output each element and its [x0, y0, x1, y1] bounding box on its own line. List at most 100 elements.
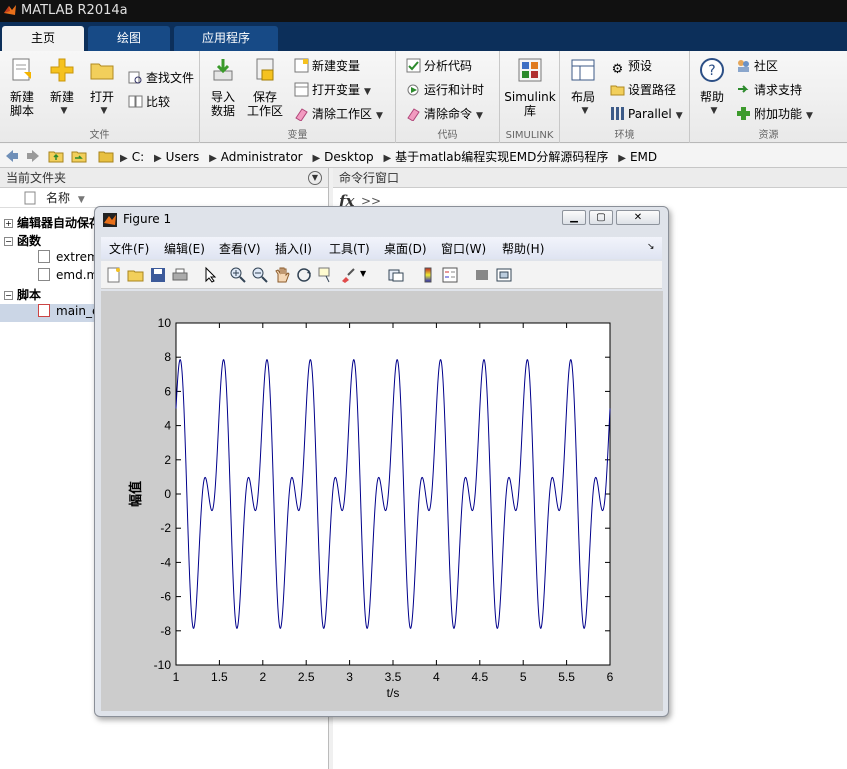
- ribbon-section-environment: 布局 ▼ ⚙ 预设 设置路径 Parallel ▼ 环境: [560, 51, 690, 143]
- section-label-resources: 资源: [758, 130, 779, 141]
- breadcrumb-item[interactable]: Desktop: [324, 150, 374, 164]
- forward-arrow-icon[interactable]: [25, 148, 41, 164]
- x-axis-label: t/s: [387, 686, 400, 700]
- tree-group-scripts[interactable]: − 脚本: [4, 286, 41, 303]
- m-file-icon: [38, 250, 50, 263]
- up-folder-icon[interactable]: [48, 148, 64, 164]
- close-button[interactable]: ✕: [616, 210, 660, 225]
- browse-folder-icon[interactable]: [71, 148, 87, 164]
- hide-plot-tools-icon[interactable]: [473, 266, 491, 284]
- brush-icon[interactable]: [339, 266, 357, 284]
- maximize-icon: ▢: [596, 212, 606, 223]
- parallel-button[interactable]: Parallel ▼: [610, 104, 683, 124]
- x-tick-label: 4: [433, 670, 440, 684]
- pointer-icon[interactable]: [201, 266, 219, 284]
- x-tick-label: 2.5: [298, 670, 315, 684]
- set-path-button[interactable]: 设置路径: [610, 80, 676, 100]
- rotate-3d-icon[interactable]: [295, 266, 313, 284]
- tree-group-editor-autosave[interactable]: + 编辑器自动保存: [4, 214, 101, 231]
- file-item-selected[interactable]: main_e: [38, 304, 99, 318]
- file-item[interactable]: emd.m: [38, 268, 98, 282]
- tree-group-functions[interactable]: − 函数: [4, 232, 41, 249]
- new-figure-icon[interactable]: [105, 266, 123, 284]
- new-variable-button[interactable]: 新建变量: [294, 56, 360, 76]
- breadcrumb-item[interactable]: 基于matlab编程实现EMD分解源码程序: [395, 150, 608, 164]
- dock-arrow-icon[interactable]: ↘: [647, 242, 655, 252]
- layout-icon: [571, 59, 595, 81]
- open-variable-icon: [294, 82, 309, 97]
- x-tick-label: 1: [173, 670, 180, 684]
- clear-workspace-button[interactable]: 清除工作区 ▼: [294, 104, 383, 124]
- new-script-icon: [12, 58, 31, 81]
- colorbar-icon[interactable]: [419, 266, 437, 284]
- svg-text:?: ?: [708, 63, 715, 79]
- help-button[interactable]: ? 帮助 ▼: [692, 57, 732, 118]
- print-icon[interactable]: [171, 266, 189, 284]
- expand-icon[interactable]: +: [4, 219, 13, 228]
- menu-desktop[interactable]: 桌面(D): [384, 240, 427, 257]
- breadcrumb-item[interactable]: Administrator: [221, 150, 303, 164]
- open-button[interactable]: 打开 ▼: [82, 57, 122, 118]
- breadcrumb-item[interactable]: Users: [166, 150, 200, 164]
- collapse-icon[interactable]: −: [4, 291, 13, 300]
- figure-canvas: -10 -8 -6 -4 -2 0 2 4 6 8 10 1 1.5 2 2.5 3 3.5 4 4.5 5 5.5 6…: [101, 291, 663, 711]
- menu-edit[interactable]: 编辑(E): [164, 240, 205, 257]
- save-icon[interactable]: [149, 266, 167, 284]
- add-ons-icon: [737, 107, 750, 120]
- save-workspace-icon: [256, 58, 274, 81]
- legend-icon[interactable]: [441, 266, 459, 284]
- tab-plots[interactable]: 绘图: [88, 26, 170, 51]
- community-button[interactable]: 社区: [736, 56, 778, 76]
- compare-button[interactable]: 比较: [128, 92, 170, 112]
- chevron-down-icon[interactable]: ▼: [360, 269, 366, 278]
- tab-apps[interactable]: 应用程序: [174, 26, 278, 51]
- zoom-out-icon[interactable]: [251, 266, 269, 284]
- collapse-icon[interactable]: −: [4, 237, 13, 246]
- find-files-button[interactable]: 查找文件: [128, 68, 194, 88]
- minimize-button[interactable]: ▁: [562, 210, 586, 225]
- tab-home[interactable]: 主页: [2, 26, 84, 51]
- back-arrow-icon[interactable]: [4, 148, 20, 164]
- analyze-code-icon: [406, 58, 421, 73]
- clear-commands-button[interactable]: 清除命令 ▼: [406, 104, 483, 124]
- plot-area[interactable]: -10 -8 -6 -4 -2 0 2 4 6 8 10 1 1.5 2 2.5 3 3.5 4 4.5 5 5.5 6…: [101, 291, 663, 711]
- pan-hand-icon[interactable]: [273, 266, 291, 284]
- chevron-down-icon: ▼: [806, 111, 813, 121]
- zoom-in-icon[interactable]: [229, 266, 247, 284]
- import-data-button[interactable]: 导入 数据: [203, 57, 243, 118]
- x-tick-label: 3.5: [385, 670, 402, 684]
- figure-title-bar[interactable]: Figure 1 ▁ ▢ ✕: [95, 207, 668, 233]
- breadcrumb-separator: ▶: [209, 153, 217, 164]
- new-plus-icon: [50, 58, 74, 82]
- name-column-header[interactable]: 名称 ▼: [0, 188, 328, 208]
- run-and-time-button[interactable]: 运行和计时: [406, 80, 484, 100]
- request-support-button[interactable]: 请求支持: [736, 80, 802, 100]
- show-plot-tools-icon[interactable]: [495, 266, 513, 284]
- data-cursor-icon[interactable]: [317, 266, 335, 284]
- ribbon-section-variable: 导入 数据 保存 工作区 新建变量 打开变量 ▼ 清除工作区 ▼ 变量: [200, 51, 396, 143]
- save-workspace-button[interactable]: 保存 工作区: [245, 57, 285, 118]
- section-label-simulink: SIMULINK: [505, 130, 554, 141]
- maximize-button[interactable]: ▢: [589, 210, 613, 225]
- preferences-button[interactable]: ⚙ 预设: [610, 56, 652, 77]
- open-file-icon[interactable]: [127, 266, 145, 284]
- open-variable-button[interactable]: 打开变量 ▼: [294, 80, 371, 100]
- breadcrumb-item[interactable]: C:: [132, 150, 144, 164]
- layout-button[interactable]: 布局 ▼: [563, 57, 603, 118]
- simulink-library-button[interactable]: Simulink 库: [502, 57, 558, 118]
- menu-file[interactable]: 文件(F): [109, 240, 149, 257]
- menu-help[interactable]: 帮助(H): [502, 240, 544, 257]
- file-item[interactable]: extrem: [38, 250, 99, 264]
- add-ons-button[interactable]: 附加功能 ▼: [736, 104, 813, 124]
- panel-menu-icon[interactable]: ▼: [308, 171, 322, 185]
- new-button[interactable]: 新建 ▼: [42, 57, 82, 118]
- analyze-code-button[interactable]: 分析代码: [406, 56, 472, 76]
- menu-view[interactable]: 查看(V): [219, 240, 261, 257]
- menu-insert[interactable]: 插入(I): [275, 240, 312, 257]
- menu-tools[interactable]: 工具(T): [329, 240, 370, 257]
- gear-icon: ⚙: [611, 62, 624, 77]
- link-plot-icon[interactable]: [387, 266, 405, 284]
- menu-window[interactable]: 窗口(W): [441, 240, 486, 257]
- breadcrumb-item[interactable]: EMD: [630, 150, 657, 164]
- new-script-button[interactable]: 新建 脚本: [2, 57, 42, 118]
